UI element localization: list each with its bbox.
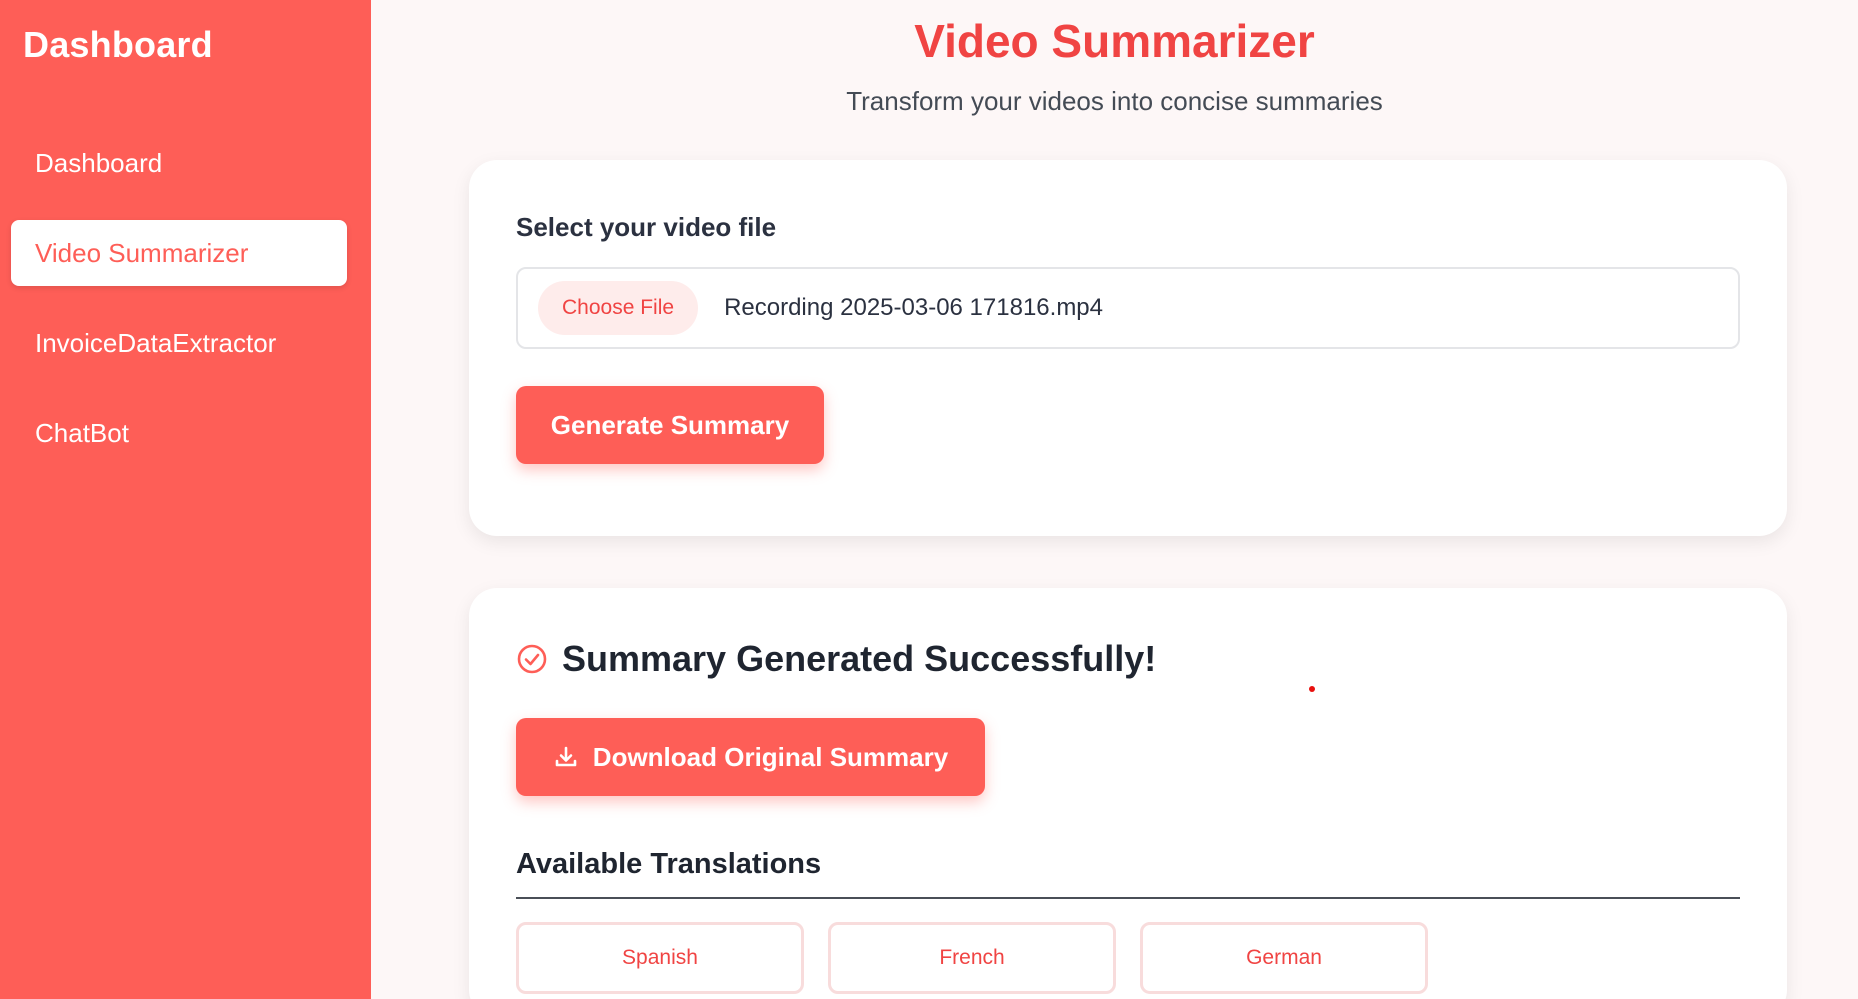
download-button-label: Download Original Summary <box>592 741 949 772</box>
sidebar: Dashboard Dashboard Video Summarizer Inv… <box>0 0 371 999</box>
cursor-dot <box>1309 686 1315 692</box>
page-subtitle: Transform your videos into concise summa… <box>846 86 1383 116</box>
sidebar-item-dashboard[interactable]: Dashboard <box>11 130 347 196</box>
upload-card: Select your video file Choose File Recor… <box>469 160 1787 536</box>
translation-options: Spanish French German <box>516 922 1452 994</box>
app-root: Dashboard Dashboard Video Summarizer Inv… <box>0 0 1858 999</box>
sidebar-brand: Dashboard <box>23 24 213 65</box>
sidebar-item-video-summarizer[interactable]: Video Summarizer <box>11 220 347 286</box>
success-message: Summary Generated Successfully! <box>562 638 1157 679</box>
translation-button-french[interactable]: French <box>828 922 1116 994</box>
sidebar-nav: Dashboard Video Summarizer InvoiceDataEx… <box>11 130 347 490</box>
sidebar-item-chatbot[interactable]: ChatBot <box>11 400 347 466</box>
result-card: Summary Generated Successfully! Download… <box>469 588 1787 999</box>
page-title: Video Summarizer <box>914 15 1315 67</box>
check-circle-icon <box>517 644 547 674</box>
file-input[interactable]: Choose File Recording 2025-03-06 171816.… <box>516 267 1740 349</box>
selected-file-name: Recording 2025-03-06 171816.mp4 <box>724 294 1103 321</box>
choose-file-button[interactable]: Choose File <box>538 281 699 335</box>
translation-button-spanish[interactable]: Spanish <box>516 922 804 994</box>
sidebar-item-invoice-data-extractor[interactable]: InvoiceDataExtractor <box>11 310 347 376</box>
success-message-row: Summary Generated Successfully! <box>516 638 1156 680</box>
download-original-summary-button[interactable]: Download Original Summary <box>516 718 985 796</box>
translations-title: Available Translations <box>516 848 822 880</box>
translation-button-german[interactable]: German <box>1140 922 1428 994</box>
video-file-label: Select your video file <box>516 212 777 242</box>
generate-summary-button[interactable]: Generate Summary <box>516 386 824 464</box>
translations-divider <box>516 897 1740 899</box>
download-icon <box>555 746 577 767</box>
